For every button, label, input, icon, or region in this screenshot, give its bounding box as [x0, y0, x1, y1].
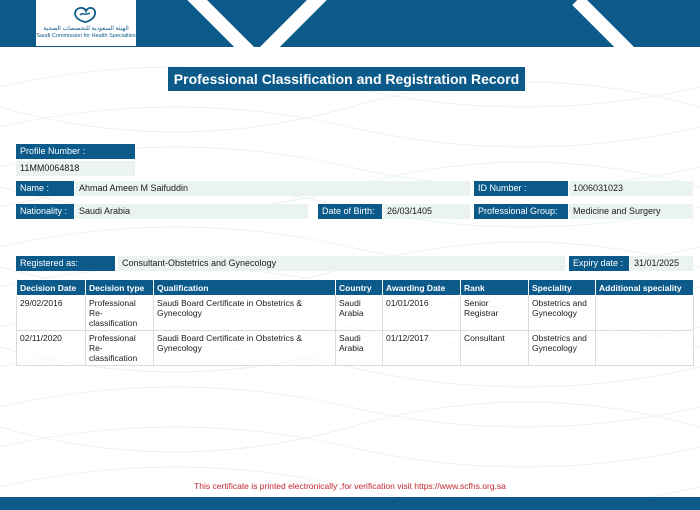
- id-number-value: 1006031023: [569, 181, 693, 196]
- scfhs-logo-icon: [74, 7, 96, 23]
- cell-decision-date: 29/02/2016: [16, 295, 86, 331]
- profile-number-label: Profile Number :: [16, 144, 135, 159]
- nationality-label: Nationality :: [16, 204, 74, 219]
- profile-number-value: 11MM0064818: [16, 161, 135, 176]
- cell-decision-date: 02/11/2020: [16, 330, 86, 366]
- logo: الهيئة السعودية للتخصصات الصحية Saudi Co…: [36, 0, 136, 46]
- logo-english-text: Saudi Commission for Health Specialties: [36, 33, 136, 39]
- col-additional-speciality: Additional speciality: [595, 279, 694, 296]
- logo-arabic-text: الهيئة السعودية للتخصصات الصحية: [43, 26, 129, 32]
- footer-band: [0, 497, 700, 510]
- classification-table: Decision Date Decision type Qualificatio…: [16, 279, 694, 366]
- date-of-birth-value: 26/03/1405: [383, 204, 470, 219]
- expiry-date-value: 31/01/2025: [630, 256, 693, 271]
- header-chevron-decoration: [572, 0, 700, 47]
- cell-rank: Senior Registrar: [460, 295, 529, 331]
- name-value: Ahmad Ameen M Saifuddin: [75, 181, 470, 196]
- date-of-birth-label: Date of Birth:: [318, 204, 382, 219]
- cell-qualification: Saudi Board Certificate in Obstetrics & …: [153, 295, 336, 331]
- col-decision-type: Decision type: [85, 279, 154, 296]
- cell-rank: Consultant: [460, 330, 529, 366]
- cell-decision-type: Professional Re-classification: [85, 295, 154, 331]
- expiry-date-label: Expiry date :: [569, 256, 629, 271]
- professional-group-label: Professional Group:: [474, 204, 568, 219]
- col-speciality: Speciality: [528, 279, 596, 296]
- cell-speciality: Obstetrics and Gynecology: [528, 295, 596, 331]
- col-awarding-date: Awarding Date: [382, 279, 461, 296]
- registered-as-value: Consultant-Obstetrics and Gynecology: [118, 256, 565, 271]
- page-title: Professional Classification and Registra…: [168, 67, 525, 91]
- table-row: 29/02/2016 Professional Re-classificatio…: [16, 295, 694, 331]
- col-qualification: Qualification: [153, 279, 336, 296]
- cell-additional-speciality: [595, 295, 694, 331]
- id-number-label: ID Number :: [474, 181, 568, 196]
- cell-decision-type: Professional Re-classification: [85, 330, 154, 366]
- nationality-value: Saudi Arabia: [75, 204, 308, 219]
- cell-country: Saudi Arabia: [335, 295, 383, 331]
- col-country: Country: [335, 279, 383, 296]
- professional-group-value: Medicine and Surgery: [569, 204, 693, 219]
- col-decision-date: Decision Date: [16, 279, 86, 296]
- verification-note: This certificate is printed electronical…: [194, 481, 506, 491]
- registered-as-label: Registered as:: [16, 256, 115, 271]
- cell-qualification: Saudi Board Certificate in Obstetrics & …: [153, 330, 336, 366]
- col-rank: Rank: [460, 279, 529, 296]
- cell-awarding-date: 01/01/2016: [382, 295, 461, 331]
- cell-awarding-date: 01/12/2017: [382, 330, 461, 366]
- cell-additional-speciality: [595, 330, 694, 366]
- table-row: 02/11/2020 Professional Re-classificatio…: [16, 330, 694, 366]
- cell-speciality: Obstetrics and Gynecology: [528, 330, 596, 366]
- header-band: الهيئة السعودية للتخصصات الصحية Saudi Co…: [0, 0, 700, 47]
- header-chevron-decoration: [162, 0, 352, 47]
- cell-country: Saudi Arabia: [335, 330, 383, 366]
- name-label: Name :: [16, 181, 74, 196]
- table-header-row: Decision Date Decision type Qualificatio…: [16, 279, 694, 296]
- background-guilloche: [0, 66, 700, 497]
